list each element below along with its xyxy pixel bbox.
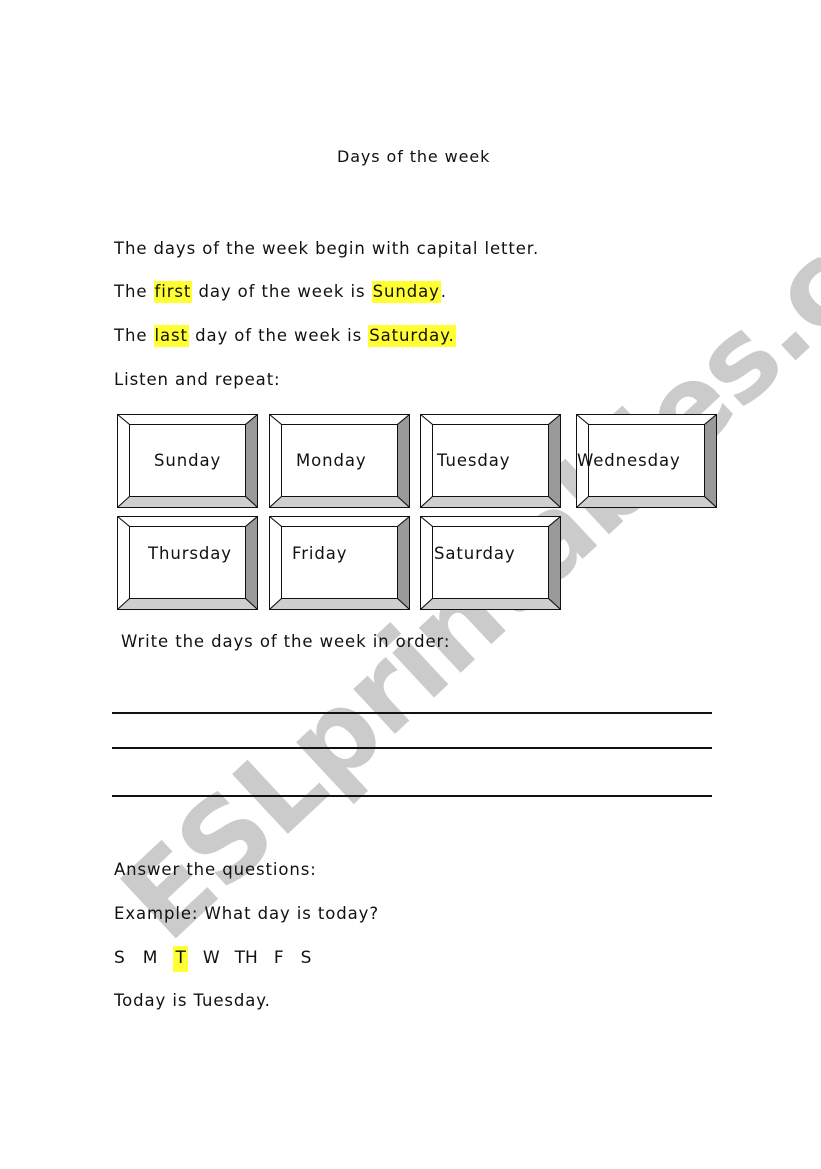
day-card-tuesday: Tuesday bbox=[420, 414, 561, 508]
bevel-right bbox=[397, 516, 410, 610]
day-letter: S bbox=[114, 948, 125, 968]
first-day-sentence: The first day of the week is Sunday. bbox=[114, 280, 447, 304]
sentence-text: . bbox=[440, 282, 447, 301]
sentence-text: The bbox=[114, 326, 154, 345]
bevel-right bbox=[704, 414, 717, 508]
answer-instruction: Answer the questions: bbox=[114, 860, 317, 879]
day-card-sunday: Sunday bbox=[117, 414, 258, 508]
day-card-monday: Monday bbox=[269, 414, 410, 508]
bevel-left bbox=[420, 414, 433, 508]
bevel-right bbox=[245, 516, 258, 610]
example-answer: Today is Tuesday. bbox=[114, 991, 271, 1010]
sentence-text: day of the week is bbox=[192, 282, 372, 301]
day-letter-highlighted: T bbox=[173, 946, 188, 972]
write-instruction: Write the days of the week in order: bbox=[121, 632, 451, 651]
day-letters-row: S M T W TH F S bbox=[114, 946, 311, 972]
day-card-label: Saturday bbox=[434, 544, 516, 563]
bevel-right bbox=[397, 414, 410, 508]
day-letter: S bbox=[300, 948, 312, 968]
listen-label: Listen and repeat: bbox=[114, 370, 281, 389]
day-letter: TH bbox=[234, 948, 258, 968]
bevel-left bbox=[117, 516, 130, 610]
bevel-left bbox=[420, 516, 433, 610]
page-title: Days of the week bbox=[337, 147, 491, 166]
example-question: Example: What day is today? bbox=[114, 904, 379, 923]
day-card-saturday: Saturday bbox=[420, 516, 561, 610]
sentence-text: The bbox=[114, 282, 154, 301]
highlighted-word-saturday: Saturday. bbox=[368, 325, 456, 347]
day-card-label: Wednesday bbox=[577, 451, 681, 470]
last-day-sentence: The last day of the week is Saturday. bbox=[114, 324, 456, 348]
writing-line[interactable] bbox=[112, 712, 712, 714]
day-card-label: Sunday bbox=[154, 451, 222, 470]
day-card-label: Friday bbox=[292, 544, 348, 563]
writing-line[interactable] bbox=[112, 795, 712, 797]
bevel-left bbox=[269, 516, 282, 610]
writing-line[interactable] bbox=[112, 747, 712, 749]
day-card-label: Monday bbox=[296, 451, 367, 470]
highlighted-word-first: first bbox=[153, 281, 193, 303]
worksheet-page: Days of the week The days of the week be… bbox=[0, 0, 821, 1169]
day-card-thursday: Thursday bbox=[117, 516, 258, 610]
day-card-wednesday: Wednesday bbox=[576, 414, 717, 508]
bevel-right bbox=[548, 516, 561, 610]
day-letter: W bbox=[202, 948, 220, 968]
highlighted-word-sunday: Sunday bbox=[371, 281, 441, 303]
day-letter: F bbox=[273, 948, 284, 968]
day-card-label: Thursday bbox=[148, 544, 232, 563]
bevel-right bbox=[548, 414, 561, 508]
day-card-label: Tuesday bbox=[437, 451, 511, 470]
bevel-left bbox=[269, 414, 282, 508]
intro-text: The days of the week begin with capital … bbox=[114, 239, 540, 258]
highlighted-word-last: last bbox=[153, 325, 189, 347]
sentence-text: day of the week is bbox=[188, 326, 369, 345]
day-letter: M bbox=[142, 948, 158, 968]
bevel-right bbox=[245, 414, 258, 508]
bevel-left bbox=[117, 414, 130, 508]
day-card-friday: Friday bbox=[269, 516, 410, 610]
